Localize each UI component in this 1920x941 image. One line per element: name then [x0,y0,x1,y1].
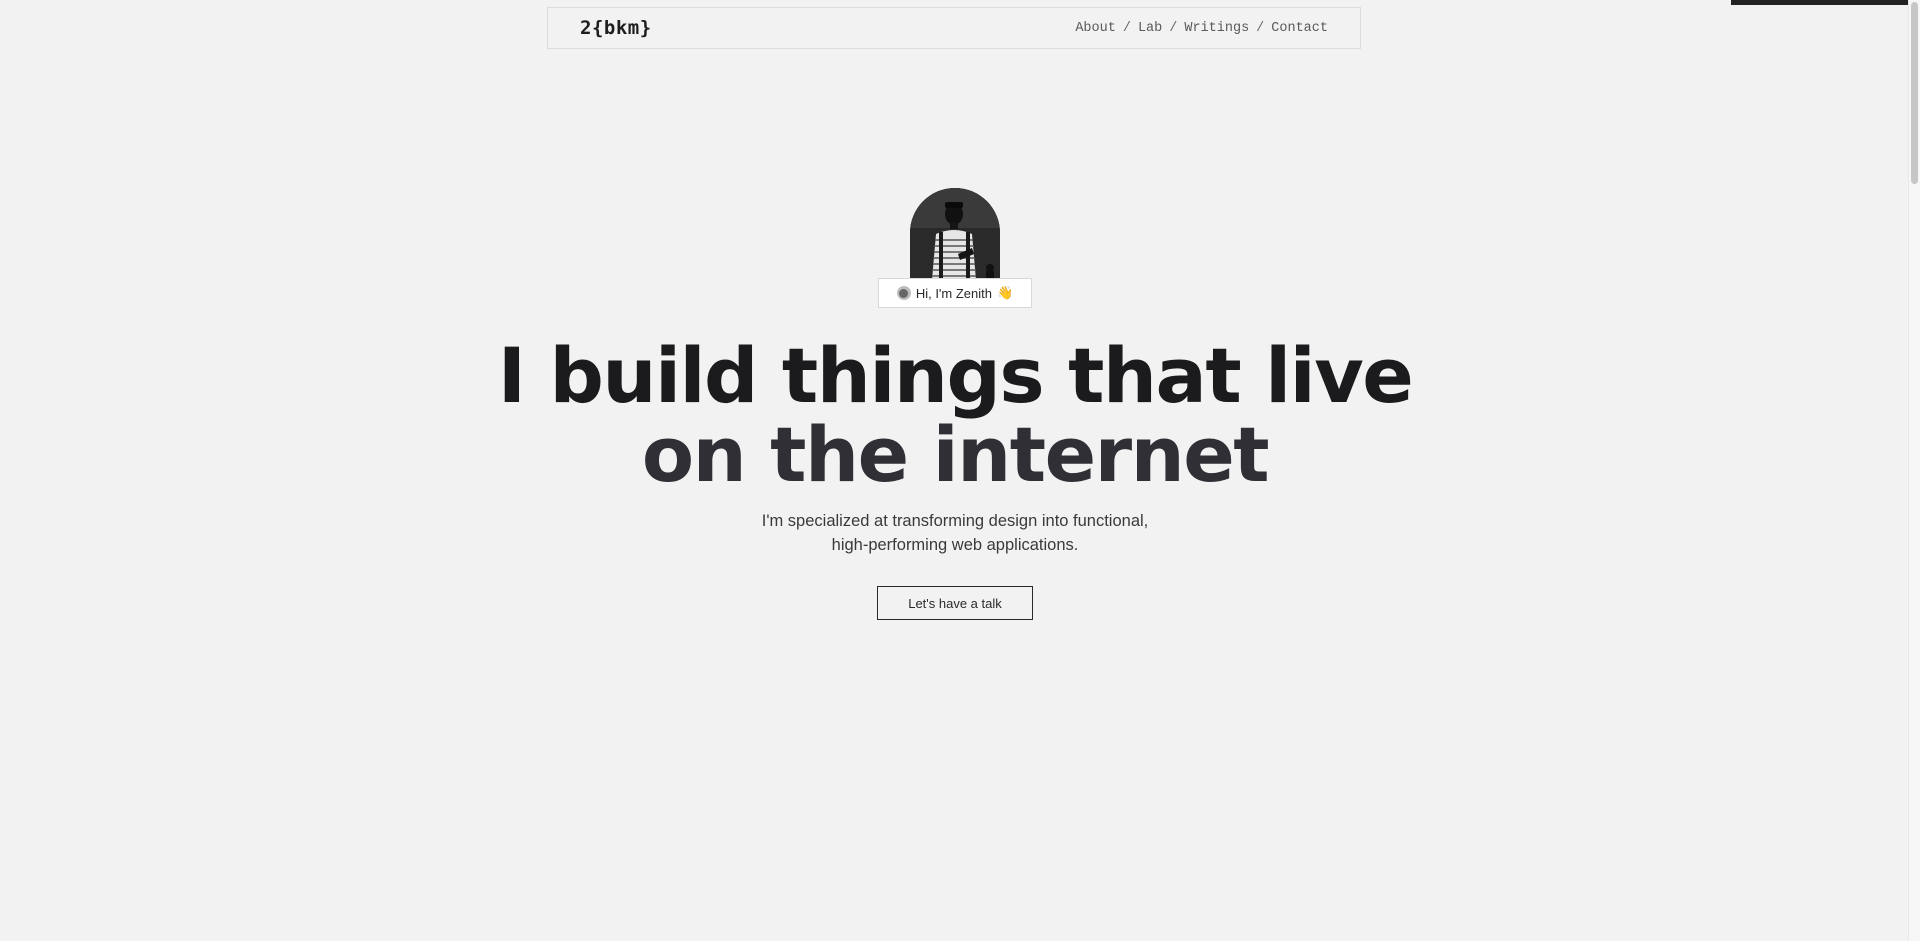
scrollbar[interactable] [1908,0,1920,941]
avatar-photo [910,188,1000,280]
greeting-text: Hi, I'm Zenith [915,285,992,301]
top-right-strip [1731,0,1909,5]
site-header: 2{bkm} About / Lab / Writings / Contact [547,7,1361,49]
hero-subtitle: I'm specialized at transforming design i… [660,509,1250,557]
greeting-badge: Hi, I'm Zenith 👋 [878,278,1032,308]
nav-link-contact[interactable]: Contact [1271,21,1328,36]
headline-line-1: I build things that live [497,331,1414,420]
talk-button[interactable]: Let's have a talk [877,586,1033,620]
main-nav: About / Lab / Writings / Contact [1075,21,1328,36]
nav-link-writings[interactable]: Writings [1184,21,1249,36]
page: 2{bkm} About / Lab / Writings / Contact [0,0,1920,941]
nav-separator: / [1122,20,1131,36]
scrollbar-thumb[interactable] [1911,2,1918,184]
nav-separator: / [1256,20,1265,36]
site-logo[interactable]: 2{bkm} [580,17,652,39]
waving-hand-icon: 👋 [996,285,1014,300]
headline-line-2: on the internet [641,410,1270,499]
subtitle-line-2: high-performing web applications. [831,536,1079,554]
avatar [910,188,1000,280]
status-dot-icon [896,286,911,300]
nav-link-about[interactable]: About [1075,21,1116,36]
nav-link-lab[interactable]: Lab [1138,21,1162,36]
nav-separator: / [1169,20,1178,36]
subtitle-line-1: I'm specialized at transforming design i… [761,512,1149,530]
hero-headline: I build things that live on the internet [460,336,1450,494]
